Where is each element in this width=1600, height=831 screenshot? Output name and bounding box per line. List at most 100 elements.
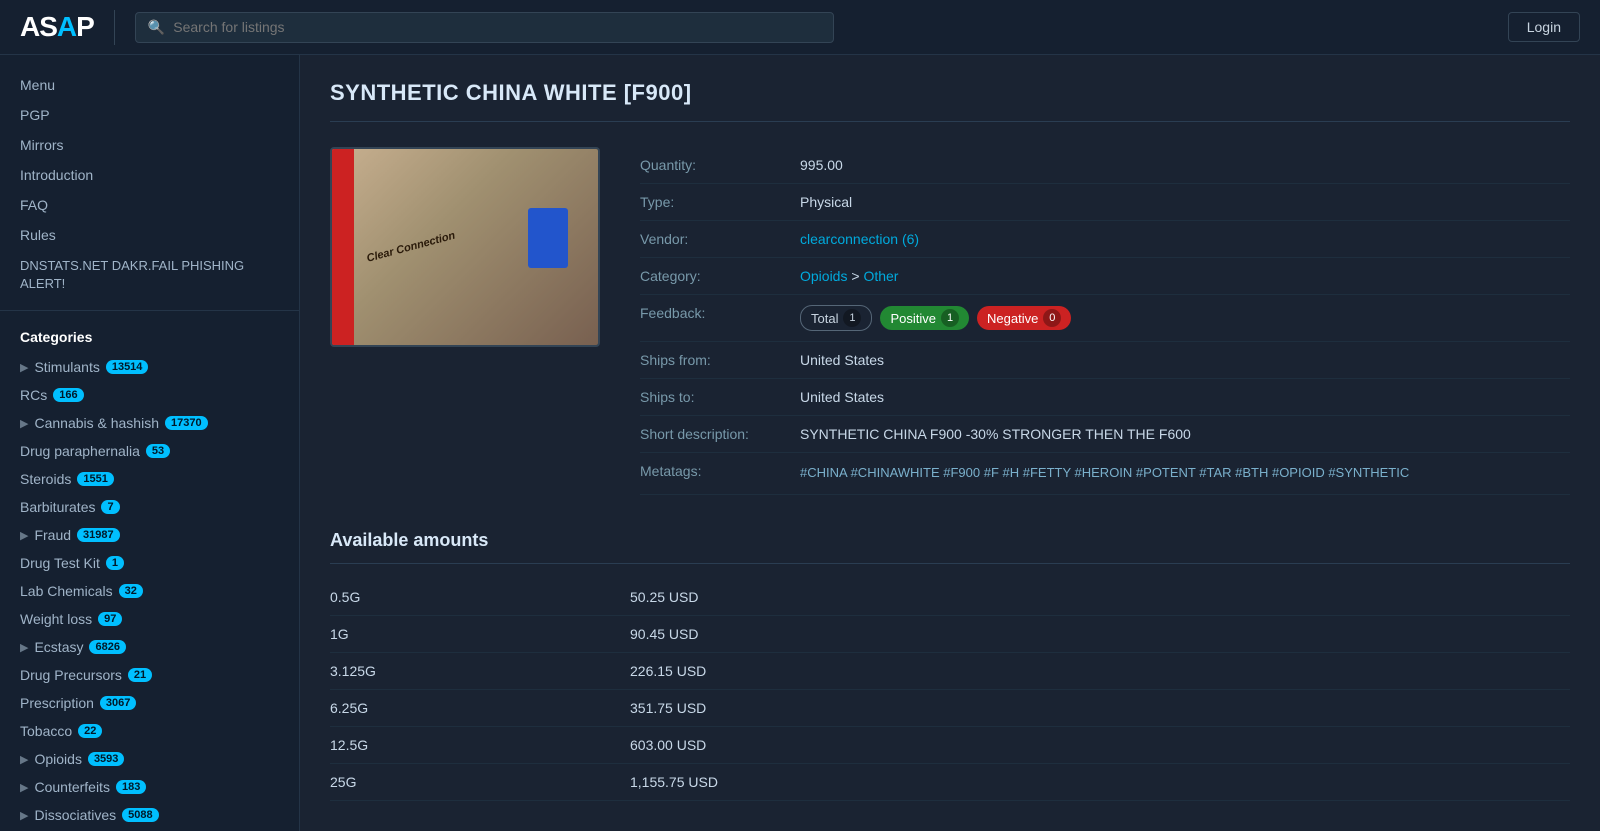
amounts-section: Available amounts 0.5G 50.25 USD 1G 90.4… <box>330 530 1570 801</box>
sidebar-item-steroids[interactable]: Steroids 1551 <box>0 465 299 493</box>
login-button[interactable]: Login <box>1508 12 1580 42</box>
amount-price-6: 1,155.75 USD <box>630 774 718 790</box>
amount-price-1: 50.25 USD <box>630 589 698 605</box>
sidebar-item-fraud[interactable]: ▶ Fraud 31987 <box>0 521 299 549</box>
sidebar-item-lab-chemicals[interactable]: Lab Chemicals 32 <box>0 577 299 605</box>
sidebar-item-rules[interactable]: Rules <box>0 220 299 250</box>
category-row: Category: Opioids > Other <box>640 258 1570 295</box>
feedback-negative-count: 0 <box>1043 309 1061 327</box>
category-badge: 97 <box>98 612 122 626</box>
type-value: Physical <box>800 194 1570 210</box>
sidebar-item-dnstats[interactable]: DNSTATS.NET DAKR.FAIL PHISHING ALERT! <box>0 250 299 300</box>
category-parent-link[interactable]: Opioids <box>800 268 847 284</box>
amount-price-4: 351.75 USD <box>630 700 706 716</box>
category-badge: 3067 <box>100 696 136 710</box>
feedback-positive-badge[interactable]: Positive 1 <box>880 306 969 330</box>
logo[interactable]: ASAP <box>20 11 94 43</box>
header: ASAP 🔍 Login <box>0 0 1600 55</box>
category-label: Drug Test Kit <box>20 555 100 571</box>
amount-qty-1: 0.5G <box>330 589 630 605</box>
sidebar-item-prescription[interactable]: Prescription 3067 <box>0 689 299 717</box>
sidebar-item-drug-paraphernalia[interactable]: Drug paraphernalia 53 <box>0 437 299 465</box>
amount-qty-3: 3.125G <box>330 663 630 679</box>
sidebar-item-dissociatives[interactable]: ▶ Dissociatives 5088 <box>0 801 299 829</box>
ships-to-value: United States <box>800 389 1570 405</box>
sidebar-item-drug-test-kit[interactable]: Drug Test Kit 1 <box>0 549 299 577</box>
search-input[interactable] <box>173 19 821 35</box>
header-divider <box>114 10 115 45</box>
vendor-label: Vendor: <box>640 231 800 247</box>
vendor-value[interactable]: clearconnection (6) <box>800 231 1570 247</box>
sidebar-item-stimulants[interactable]: ▶ Stimulants 13514 <box>0 353 299 381</box>
feedback-negative-badge[interactable]: Negative 0 <box>977 306 1071 330</box>
sidebar-item-pgp[interactable]: PGP <box>0 100 299 130</box>
feedback-positive-count: 1 <box>941 309 959 327</box>
chevron-icon: ▶ <box>20 781 28 794</box>
product-info: Quantity: 995.00 Type: Physical Vendor: … <box>640 147 1570 495</box>
chevron-icon: ▶ <box>20 529 28 542</box>
quantity-row: Quantity: 995.00 <box>640 147 1570 184</box>
main-layout: Menu PGP Mirrors Introduction FAQ Rules … <box>0 55 1600 831</box>
category-badge: 1 <box>106 556 124 570</box>
sidebar-item-ecstasy[interactable]: ▶ Ecstasy 6826 <box>0 633 299 661</box>
category-label: Opioids <box>34 751 81 767</box>
sidebar-item-faq[interactable]: FAQ <box>0 190 299 220</box>
category-label: Stimulants <box>34 359 99 375</box>
category-badge: 6826 <box>89 640 125 654</box>
sidebar-item-drug-precursors[interactable]: Drug Precursors 21 <box>0 661 299 689</box>
amount-qty-4: 6.25G <box>330 700 630 716</box>
sidebar-item-mirrors[interactable]: Mirrors <box>0 130 299 160</box>
chevron-icon: ▶ <box>20 753 28 766</box>
feedback-value: Total 1 Positive 1 Negative 0 <box>800 305 1570 331</box>
sidebar-item-cannabis[interactable]: ▶ Cannabis & hashish 17370 <box>0 409 299 437</box>
metatags-label: Metatags: <box>640 463 800 479</box>
sidebar-item-rcs[interactable]: RCs 166 <box>0 381 299 409</box>
sidebar-item-opioids[interactable]: ▶ Opioids 3593 <box>0 745 299 773</box>
category-badge: 5088 <box>122 808 158 822</box>
category-badge: 22 <box>78 724 102 738</box>
sidebar-item-counterfeits[interactable]: ▶ Counterfeits 183 <box>0 773 299 801</box>
feedback-total-badge[interactable]: Total 1 <box>800 305 872 331</box>
short-description-row: Short description: SYNTHETIC CHINA F900 … <box>640 416 1570 453</box>
title-divider <box>330 121 1570 122</box>
metatags-value: #CHINA #CHINAWHITE #F900 #F #H #FETTY #H… <box>800 463 1570 484</box>
short-description-label: Short description: <box>640 426 800 442</box>
category-value: Opioids > Other <box>800 268 1570 284</box>
sidebar: Menu PGP Mirrors Introduction FAQ Rules … <box>0 55 300 831</box>
image-blue-rect <box>528 208 568 268</box>
category-badge: 32 <box>119 584 143 598</box>
category-label: Category: <box>640 268 800 284</box>
sidebar-item-barbiturates[interactable]: Barbiturates 7 <box>0 493 299 521</box>
sidebar-item-tobacco[interactable]: Tobacco 22 <box>0 717 299 745</box>
category-badge: 53 <box>146 444 170 458</box>
ships-to-label: Ships to: <box>640 389 800 405</box>
sidebar-divider <box>0 310 299 311</box>
image-text-label: Clear Connection <box>365 230 456 265</box>
category-label: Barbiturates <box>20 499 95 515</box>
amounts-title: Available amounts <box>330 530 1570 551</box>
amount-price-3: 226.15 USD <box>630 663 706 679</box>
category-separator: > <box>851 268 863 284</box>
product-image[interactable]: Clear Connection <box>330 147 600 347</box>
category-label: Steroids <box>20 471 71 487</box>
image-red-stripe <box>332 149 354 345</box>
chevron-icon: ▶ <box>20 361 28 374</box>
category-child-link[interactable]: Other <box>863 268 898 284</box>
quantity-value: 995.00 <box>800 157 1570 173</box>
feedback-negative-label: Negative <box>987 311 1038 326</box>
amount-row-3: 3.125G 226.15 USD <box>330 653 1570 690</box>
search-icon: 🔍 <box>148 19 165 36</box>
sidebar-item-weight-loss[interactable]: Weight loss 97 <box>0 605 299 633</box>
sidebar-item-menu[interactable]: Menu <box>0 70 299 100</box>
product-detail: Clear Connection Quantity: 995.00 Type: … <box>330 147 1570 495</box>
category-label: Fraud <box>34 527 71 543</box>
category-badge: 21 <box>128 668 152 682</box>
category-badge: 183 <box>116 780 146 794</box>
short-description-value: SYNTHETIC CHINA F900 -30% STRONGER THEN … <box>800 426 1570 442</box>
amount-qty-2: 1G <box>330 626 630 642</box>
category-label: Prescription <box>20 695 94 711</box>
amount-qty-5: 12.5G <box>330 737 630 753</box>
category-label: Ecstasy <box>34 639 83 655</box>
ships-from-label: Ships from: <box>640 352 800 368</box>
sidebar-item-introduction[interactable]: Introduction <box>0 160 299 190</box>
